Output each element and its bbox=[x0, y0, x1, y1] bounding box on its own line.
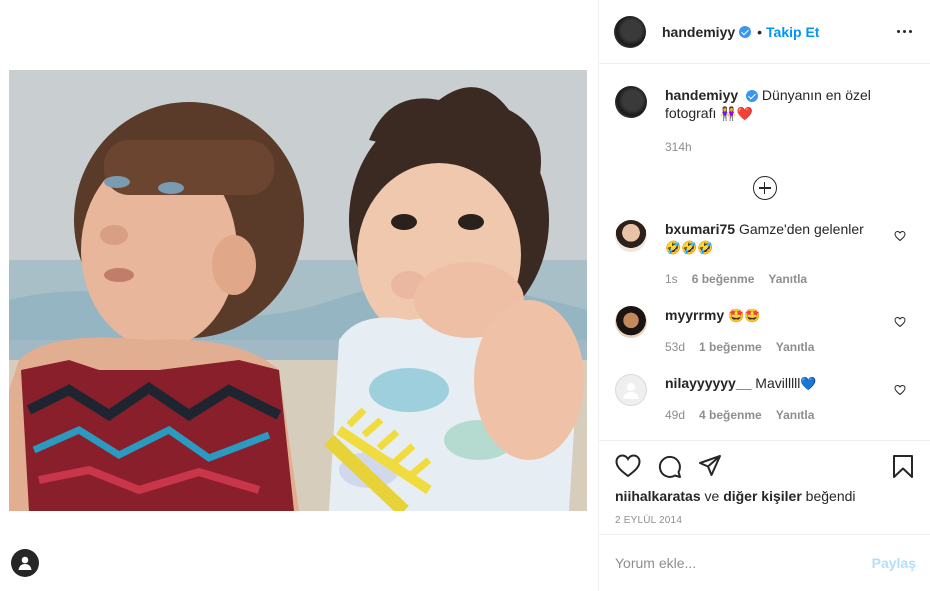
reply-button[interactable]: Yanıtla bbox=[776, 338, 815, 356]
comment-username[interactable]: nilayyyyyy__ bbox=[665, 375, 751, 391]
liked-by-others[interactable]: diğer kişiler bbox=[723, 488, 802, 504]
comment-thread: bxumari75 Gamze'den gelenler 🤣🤣🤣 1s 6 be… bbox=[615, 220, 914, 424]
reply-button[interactable]: Yanıtla bbox=[776, 406, 815, 424]
post-comment-button[interactable]: Paylaş bbox=[872, 555, 916, 571]
comment-heart-icon[interactable] bbox=[894, 316, 906, 328]
photo-illustration bbox=[9, 70, 587, 511]
post-caption: handemiyy Dünyanın en özel fotografı 👭❤️… bbox=[615, 64, 914, 156]
likes-summary: niihalkaratas ve diğer kişiler beğendi bbox=[615, 488, 914, 504]
profile-icon[interactable] bbox=[11, 549, 39, 577]
more-options-icon[interactable] bbox=[893, 24, 916, 39]
comment-username[interactable]: myyrrmy bbox=[665, 307, 724, 323]
likes-suffix: beğendi bbox=[805, 488, 856, 504]
comment-likes[interactable]: 4 beğenme bbox=[699, 406, 762, 424]
author-avatar[interactable] bbox=[614, 15, 646, 48]
paper-plane-icon[interactable] bbox=[698, 454, 722, 478]
comment-emoji: 💙 bbox=[800, 377, 817, 392]
comment-time[interactable]: 49d bbox=[665, 406, 685, 424]
caption-emoji: 👭❤️ bbox=[720, 107, 753, 122]
follow-button[interactable]: Takip Et bbox=[766, 24, 819, 40]
comment-input[interactable] bbox=[615, 555, 872, 571]
comment-body: myyrrmy 🤩🤩 53d 1 beğenme Yanıtla bbox=[665, 306, 885, 356]
bookmark-icon[interactable] bbox=[892, 454, 914, 479]
comment-avatar[interactable] bbox=[615, 306, 647, 338]
comment-likes[interactable]: 6 beğenme bbox=[692, 270, 755, 288]
caption-body: handemiyy Dünyanın en özel fotografı 👭❤️… bbox=[665, 86, 910, 156]
comment-text: Gamze'den gelenler bbox=[738, 221, 864, 237]
post-photo[interactable] bbox=[9, 70, 587, 511]
comment-item: nilayyyyyy__ Mavilllll💙 49d 4 beğenme Ya… bbox=[615, 374, 914, 424]
action-bar bbox=[615, 453, 914, 479]
comment-icon[interactable] bbox=[657, 454, 682, 479]
add-comment-bar: Paylaş bbox=[599, 534, 930, 591]
comment-body: bxumari75 Gamze'den gelenler 🤣🤣🤣 1s 6 be… bbox=[665, 220, 885, 288]
comment-emoji: 🤣🤣🤣 bbox=[665, 241, 714, 256]
comment-body: nilayyyyyy__ Mavilllll💙 49d 4 beğenme Ya… bbox=[665, 374, 885, 424]
comment-avatar[interactable] bbox=[615, 220, 647, 252]
comment-meta: 1s 6 beğenme Yanıtla bbox=[665, 270, 885, 288]
caption-avatar[interactable] bbox=[615, 86, 647, 118]
photo-area bbox=[0, 0, 598, 591]
comment-likes[interactable]: 1 beğenme bbox=[699, 338, 762, 356]
comment-avatar[interactable] bbox=[615, 374, 647, 406]
comment-emoji: 🤩🤩 bbox=[728, 309, 761, 324]
load-more-comments[interactable] bbox=[615, 176, 914, 202]
comments-list[interactable]: handemiyy Dünyanın en özel fotografı 👭❤️… bbox=[599, 64, 930, 440]
comment-item: bxumari75 Gamze'den gelenler 🤣🤣🤣 1s 6 be… bbox=[615, 220, 914, 288]
post-date[interactable]: 2 EYLÜL 2014 bbox=[615, 515, 914, 526]
comment-time[interactable]: 1s bbox=[665, 270, 678, 288]
comment-item: myyrrmy 🤩🤩 53d 1 beğenme Yanıtla bbox=[615, 306, 914, 356]
verified-icon bbox=[746, 90, 759, 103]
likes-connector: ve bbox=[704, 488, 720, 504]
caption-time[interactable]: 314h bbox=[665, 138, 910, 156]
verified-icon bbox=[739, 25, 752, 38]
comment-meta: 49d 4 beğenme Yanıtla bbox=[665, 406, 885, 424]
comment-heart-icon[interactable] bbox=[894, 384, 906, 396]
post-header: handemiyy • Takip Et bbox=[599, 0, 930, 64]
reply-button[interactable]: Yanıtla bbox=[768, 270, 807, 288]
default-avatar-icon bbox=[623, 383, 639, 399]
comment-heart-icon[interactable] bbox=[894, 230, 906, 242]
separator-dot: • bbox=[757, 23, 763, 40]
author-username[interactable]: handemiyy bbox=[662, 24, 735, 40]
comment-meta: 53d 1 beğenme Yanıtla bbox=[665, 338, 885, 356]
liked-by-user[interactable]: niihalkaratas bbox=[615, 488, 701, 504]
post-actions: niihalkaratas ve diğer kişiler beğendi 2… bbox=[599, 440, 930, 526]
heart-icon[interactable] bbox=[615, 454, 641, 478]
caption-username[interactable]: handemiyy bbox=[665, 87, 738, 103]
plus-circle-icon[interactable] bbox=[752, 176, 777, 200]
comment-username[interactable]: bxumari75 bbox=[665, 221, 735, 237]
post-side-panel: handemiyy • Takip Et handemiyy Dünyanın … bbox=[598, 0, 930, 591]
comment-time[interactable]: 53d bbox=[665, 338, 685, 356]
comment-text: Mavilllll bbox=[755, 375, 801, 391]
